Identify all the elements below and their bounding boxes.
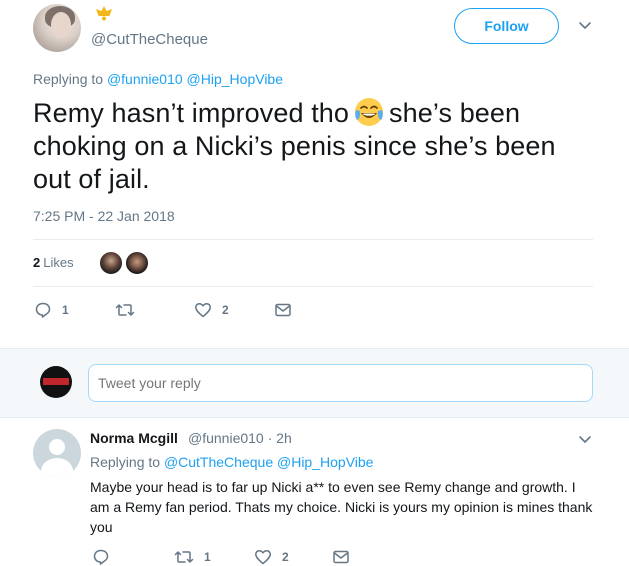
replying-prefix: Replying to (90, 454, 161, 470)
liker-avatar[interactable] (125, 251, 149, 275)
heart-icon[interactable] (194, 301, 212, 319)
reply-text: Maybe your head is to far up Nicki a** t… (90, 479, 593, 535)
divider (33, 239, 593, 240)
mention-link[interactable]: @CutTheCheque (164, 454, 273, 470)
replying-to: Replying to @funnie010 @Hip_HopVibe (33, 71, 283, 87)
liker-avatar[interactable] (99, 251, 123, 275)
author-avatar[interactable] (33, 4, 81, 52)
likes-word: Likes (43, 255, 74, 270)
heart-icon[interactable] (254, 548, 272, 566)
likes-stat[interactable]: 2 Likes (33, 255, 74, 270)
meta-separator: · (267, 430, 273, 446)
mention-link[interactable]: @Hip_HopVibe (187, 71, 283, 87)
retweet-action[interactable]: 1 (174, 548, 211, 566)
divider (33, 286, 593, 287)
mention-link[interactable]: @funnie010 (107, 71, 183, 87)
reply-action[interactable] (92, 548, 120, 566)
crown-icon (94, 4, 114, 22)
tweet-text: Remy hasn’t improved tho she’s been chok… (33, 96, 593, 196)
retweet-icon[interactable] (174, 548, 194, 566)
follow-button[interactable]: Follow (454, 8, 559, 44)
tweet-text-part: Remy hasn’t improved tho (33, 98, 350, 128)
mention-link[interactable]: @Hip_HopVibe (277, 454, 373, 470)
reply-author-avatar[interactable] (33, 429, 81, 477)
direct-message-icon[interactable] (332, 548, 350, 566)
chevron-down-icon[interactable] (577, 17, 593, 33)
retweet-action[interactable] (115, 301, 145, 319)
reply-meta: @funnie010 · 2h (188, 430, 292, 446)
reply-author-name[interactable]: Norma Mcgill (90, 430, 178, 446)
tweet-timestamp[interactable]: 7:25 PM - 22 Jan 2018 (33, 208, 175, 224)
reply-author-handle[interactable]: @funnie010 (188, 430, 264, 446)
direct-message-action[interactable] (332, 548, 350, 566)
reply-icon[interactable] (34, 301, 52, 319)
like-action[interactable]: 2 (254, 548, 289, 566)
like-action[interactable]: 2 (194, 301, 229, 319)
retweet-icon[interactable] (115, 301, 135, 319)
main-tweet: @CutTheCheque Follow Replying to @funnie… (0, 0, 629, 348)
like-count: 2 (222, 303, 229, 317)
like-count: 2 (282, 550, 289, 564)
current-user-avatar (40, 366, 72, 398)
reply-count: 1 (62, 303, 69, 317)
author-handle[interactable]: @CutTheCheque (91, 31, 208, 48)
replying-prefix: Replying to (33, 71, 104, 87)
avatar-placeholder-body (41, 458, 73, 477)
reply-time[interactable]: 2h (276, 430, 292, 446)
reply-icon[interactable] (92, 548, 110, 566)
direct-message-action[interactable] (274, 301, 292, 319)
laughing-tears-emoji (353, 96, 385, 128)
reply-action[interactable]: 1 (34, 301, 69, 319)
direct-message-icon[interactable] (274, 301, 292, 319)
avatar-placeholder-head (49, 439, 65, 455)
replying-to: Replying to @CutTheCheque @Hip_HopVibe (90, 454, 373, 470)
reply-input[interactable] (88, 364, 593, 402)
avatar-face (51, 12, 71, 38)
retweet-count: 1 (204, 550, 211, 564)
avatar-band (43, 378, 69, 385)
chevron-down-icon[interactable] (577, 431, 593, 447)
likes-number: 2 (33, 255, 41, 270)
